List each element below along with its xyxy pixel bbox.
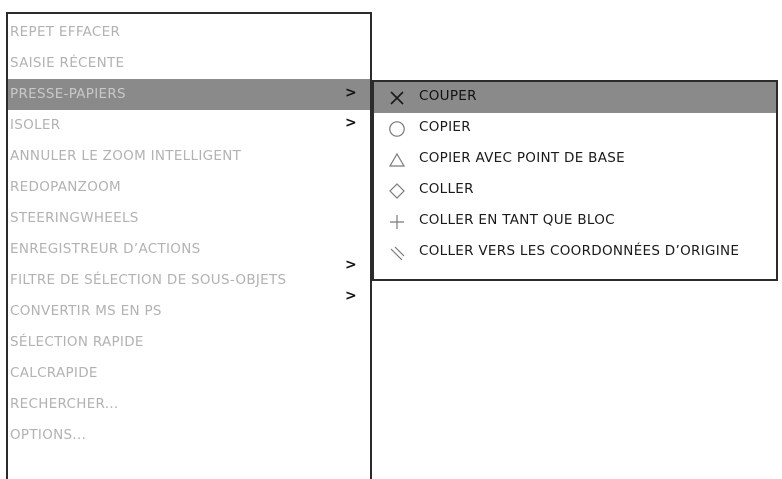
submenu-item-label: COLLER EN TANT QUE BLOC xyxy=(419,212,615,228)
menu-item-convertir-ms-ps[interactable]: CONVERTIR MS EN PS xyxy=(8,296,370,327)
submenu-item-coller-coordonnees[interactable]: COLLER VERS LES COORDONNÉES D’ORIGINE xyxy=(374,237,776,268)
menu-item-label: FILTRE DE SÉLECTION DE SOUS-OBJETS xyxy=(10,272,287,288)
diamond-icon xyxy=(388,182,406,200)
submenu-item-label: COUPER xyxy=(419,88,477,104)
menu-item-options[interactable]: OPTIONS... xyxy=(8,420,370,451)
hatch-icon xyxy=(388,244,406,262)
plus-icon xyxy=(388,213,406,231)
menu-item-presse-papiers[interactable]: PRESSE-PAPIERS > xyxy=(8,79,370,110)
submenu-item-coller-bloc[interactable]: COLLER EN TANT QUE BLOC xyxy=(374,206,776,237)
menu-item-label: REDOPANZOOM xyxy=(10,179,121,195)
submenu-item-label: COPIER xyxy=(419,119,471,135)
menu-item-redopanzoom[interactable]: REDOPANZOOM xyxy=(8,172,370,203)
submenu-item-coller[interactable]: COLLER xyxy=(374,175,776,206)
menu-item-filtre-selection[interactable]: FILTRE DE SÉLECTION DE SOUS-OBJETS > xyxy=(8,265,370,304)
menu-item-rechercher[interactable]: RECHERCHER... xyxy=(8,389,370,420)
menu-item-selection-rapide[interactable]: SÉLECTION RAPIDE xyxy=(8,327,370,358)
menu-item-saisie-recente[interactable]: SAISIE RÉCENTE xyxy=(8,48,370,79)
chevron-right-icon: > xyxy=(345,85,358,101)
submenu-item-couper[interactable]: COUPER xyxy=(374,82,776,113)
circle-icon xyxy=(388,120,406,138)
submenu-item-copier-point-base[interactable]: COPIER AVEC POINT DE BASE xyxy=(374,144,776,175)
menu-item-label: RECHERCHER... xyxy=(10,396,119,412)
menu-item-label: OPTIONS... xyxy=(10,427,87,443)
menu-item-label: REPET EFFACER xyxy=(10,24,121,40)
menu-item-label: ISOLER xyxy=(10,117,61,133)
menu-item-repet-effacer[interactable]: REPET EFFACER xyxy=(8,17,370,48)
menu-item-label: ANNULER LE ZOOM INTELLIGENT xyxy=(10,148,242,164)
menu-item-calcrapide[interactable]: CALCRAPIDE xyxy=(8,358,370,389)
menu-item-label: PRESSE-PAPIERS xyxy=(10,86,126,102)
cut-icon xyxy=(388,89,406,107)
menu-item-enregistreur-actions[interactable]: ENREGISTREUR D’ACTIONS > xyxy=(8,234,370,273)
menu-item-isoler[interactable]: ISOLER > xyxy=(8,110,370,141)
submenu-item-label: COLLER VERS LES COORDONNÉES D’ORIGINE xyxy=(419,243,740,259)
menu-item-annuler-zoom[interactable]: ANNULER LE ZOOM INTELLIGENT xyxy=(8,141,370,172)
submenu-item-label: COPIER AVEC POINT DE BASE xyxy=(419,150,625,166)
menu-item-steeringwheels[interactable]: STEERINGWHEELS xyxy=(8,203,370,234)
submenu-item-copier[interactable]: COPIER xyxy=(374,113,776,144)
menu-item-label: ENREGISTREUR D’ACTIONS xyxy=(10,241,201,257)
menu-item-label: STEERINGWHEELS xyxy=(10,210,139,226)
clipboard-submenu: COUPER COPIER COPIER AVEC POINT DE BASE … xyxy=(372,80,778,281)
menu-item-label: CALCRAPIDE xyxy=(10,365,98,381)
menu-item-label: SÉLECTION RAPIDE xyxy=(10,334,144,350)
submenu-item-label: COLLER xyxy=(419,181,474,197)
menu-item-label: SAISIE RÉCENTE xyxy=(10,55,125,71)
menu-item-label: CONVERTIR MS EN PS xyxy=(10,303,162,319)
chevron-right-icon: > xyxy=(345,115,358,131)
triangle-icon xyxy=(388,151,406,169)
context-menu: REPET EFFACER SAISIE RÉCENTE PRESSE-PAPI… xyxy=(6,12,372,479)
